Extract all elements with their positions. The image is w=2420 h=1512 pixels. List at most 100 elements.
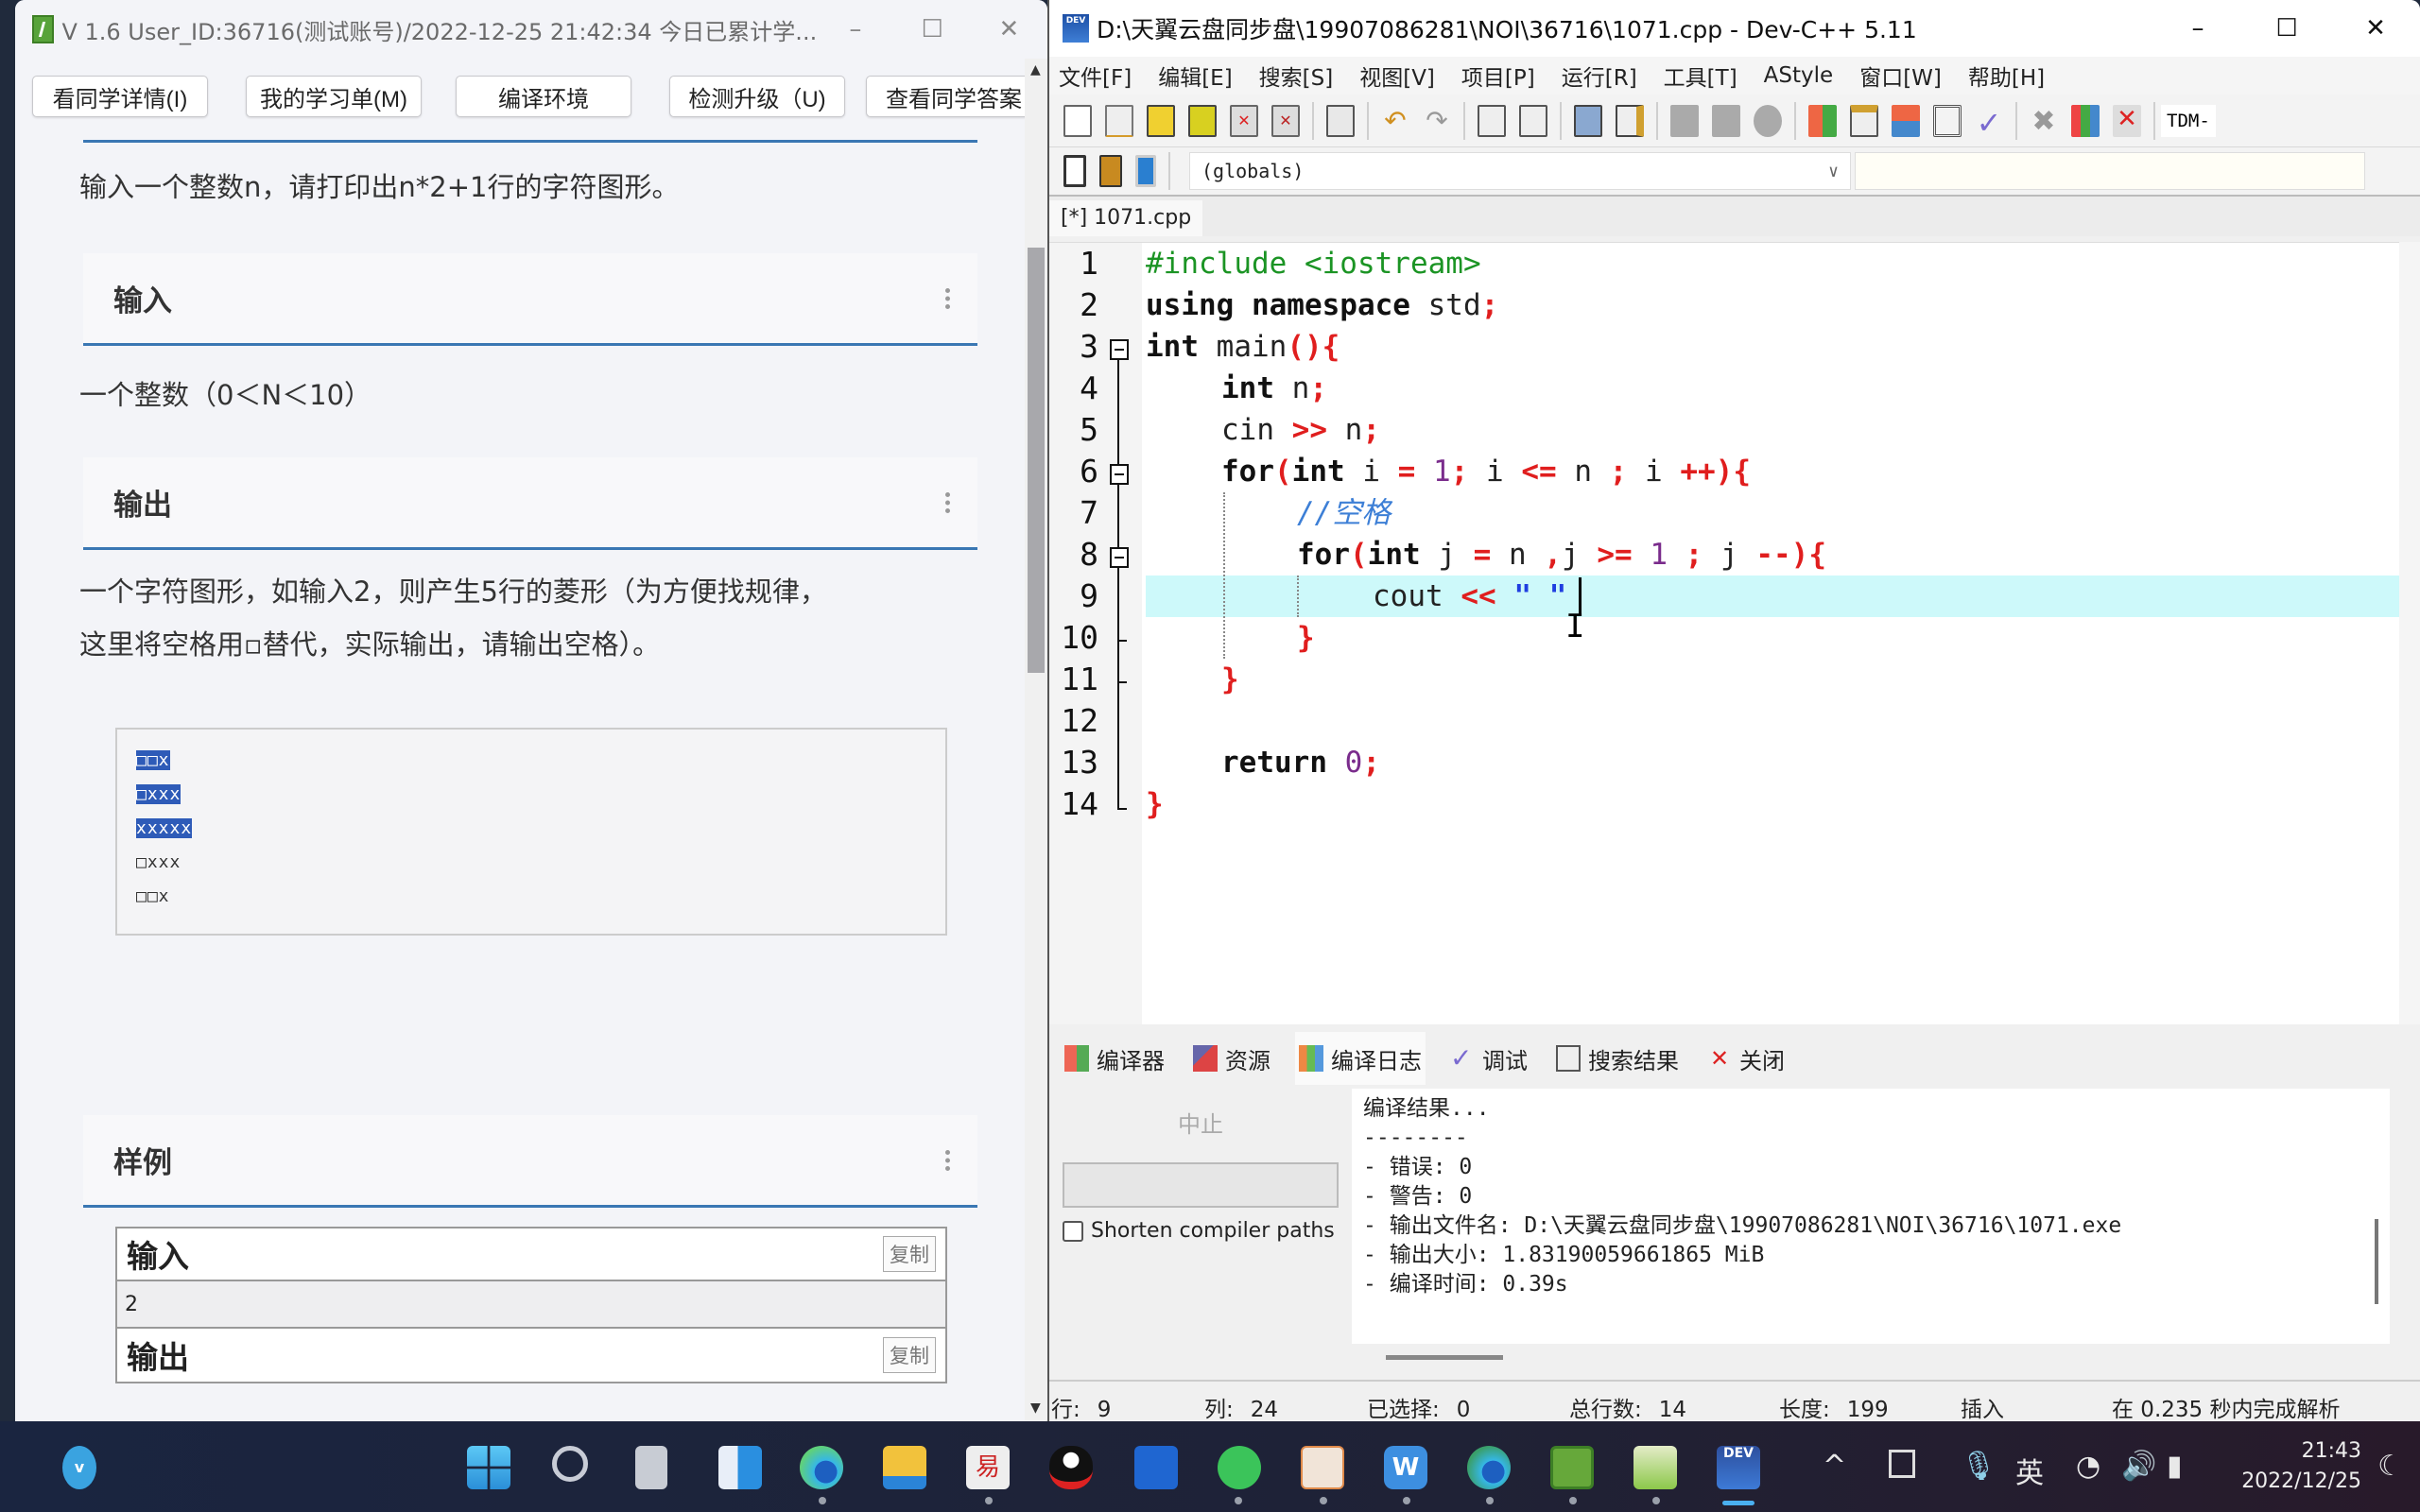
view-classmate-answers-button[interactable]: 查看同学答案 [866, 76, 1042, 117]
menu-search[interactable]: 搜索[S] [1259, 60, 1334, 92]
unindent-icon[interactable] [1712, 104, 1740, 137]
devcpp-titlebar[interactable]: DEV D:\天翼云盘同步盘\19907086281\NOI\36716\107… [1049, 0, 2420, 57]
my-study-list-button[interactable]: 我的学习单(M) [246, 76, 422, 117]
rebuild-icon[interactable] [1933, 104, 1962, 137]
log-vertical-scrollbar[interactable] [2375, 1219, 2378, 1304]
find-icon[interactable] [1478, 104, 1506, 137]
problem-scrollbar[interactable]: ▲ ▼ [1025, 59, 1047, 1421]
code-editor[interactable]: 1 2 3 4 5 6 7 8 9 10 11 12 13 14 #includ… [1049, 242, 2401, 1024]
function-dropdown[interactable] [1855, 152, 2365, 190]
redo-icon[interactable]: ↷ [1423, 105, 1451, 137]
fold-toggle-icon[interactable] [1110, 339, 1129, 360]
whiteboard-icon[interactable] [1134, 1446, 1178, 1489]
devcpp-taskbar-icon[interactable]: DEV [1717, 1446, 1760, 1489]
compile-run-icon[interactable] [1892, 104, 1920, 137]
v-app-icon[interactable]: v [62, 1446, 96, 1489]
undo-icon[interactable]: ↶ [1381, 105, 1409, 137]
file-explorer-icon[interactable] [883, 1446, 926, 1489]
fold-toggle-icon[interactable] [1110, 547, 1129, 568]
replace-icon[interactable] [1519, 104, 1547, 137]
editor-scrollbar[interactable] [2399, 242, 2420, 1024]
menu-edit[interactable]: 编辑[E] [1158, 60, 1232, 92]
menu-view[interactable]: 视图[V] [1359, 60, 1435, 92]
maximize-button[interactable]: ☐ [2242, 0, 2331, 58]
menu-run[interactable]: 运行[R] [1562, 60, 1637, 92]
copy-output-button[interactable]: 复制 [883, 1337, 936, 1373]
input-section-header[interactable]: 输入 [83, 253, 977, 346]
toggle-bookmark-icon[interactable] [1616, 104, 1644, 137]
search-icon[interactable] [552, 1446, 588, 1482]
more-icon[interactable] [945, 287, 951, 309]
edge-icon[interactable] [800, 1446, 843, 1489]
delete-profile-icon[interactable]: ✕ [2113, 104, 2141, 137]
scope-dropdown[interactable]: (globals) ∨ [1189, 152, 1851, 190]
compile-log[interactable]: 编译结果... -------- - 错误: 0 - 警告: 0 - 输出文件名… [1352, 1089, 2390, 1344]
edge-beta-icon[interactable] [1467, 1446, 1511, 1489]
compiler-select[interactable]: TDM- [2161, 104, 2216, 137]
volume-icon[interactable]: 🔊 [2121, 1450, 2156, 1483]
class-browser-icon[interactable] [1063, 155, 1086, 187]
stop-icon[interactable]: ✖ [2030, 105, 2058, 138]
syntax-check-icon[interactable]: ✓ [1975, 105, 2003, 141]
tab-debug[interactable]: ✓ 调试 [1446, 1032, 1531, 1085]
notepad-app-icon[interactable] [1634, 1446, 1677, 1489]
sample-section-header[interactable]: 样例 [83, 1115, 977, 1208]
tab-1071-cpp[interactable]: [*] 1071.cpp [1049, 200, 1203, 236]
microphone-icon[interactable]: 🎙 [1961, 1450, 1996, 1483]
menu-tools[interactable]: 工具[T] [1664, 60, 1737, 92]
close-button[interactable]: ✕ [2331, 0, 2420, 58]
checkbox-box[interactable] [1063, 1220, 1083, 1242]
scroll-down-arrow-icon[interactable]: ▼ [1030, 1400, 1041, 1416]
wifi-icon[interactable]: ◔ [2076, 1450, 2100, 1483]
widgets-icon[interactable] [718, 1446, 762, 1489]
close-button[interactable]: ✕ [971, 0, 1047, 59]
maximize-button[interactable]: ☐ [893, 0, 970, 59]
output-section-header[interactable]: 输出 [83, 457, 977, 550]
start-icon[interactable] [467, 1446, 510, 1489]
check-update-button[interactable]: 检测升级（U) [669, 76, 845, 117]
more-icon[interactable] [945, 1149, 951, 1171]
add-class-icon[interactable] [1099, 155, 1122, 187]
qq-icon[interactable] [1049, 1446, 1093, 1489]
problem-window-titlebar[interactable]: V 1.6 User_ID:36716(测试账号)/2022-12-25 21:… [15, 0, 1047, 59]
indent-icon[interactable] [1670, 104, 1699, 137]
menu-file[interactable]: 文件[F] [1059, 60, 1132, 92]
battery-icon[interactable]: ▮ [2167, 1450, 2183, 1483]
close-file-icon[interactable]: ✕ [1230, 104, 1258, 137]
new-file-icon[interactable] [1063, 104, 1092, 137]
minimize-button[interactable]: – [2153, 0, 2242, 58]
open-file-icon[interactable] [1105, 104, 1133, 137]
menu-project[interactable]: 项目[P] [1461, 60, 1535, 92]
class-info-icon[interactable] [1135, 155, 1156, 187]
tab-close[interactable]: ✕ 关闭 [1703, 1032, 1789, 1085]
scroll-up-arrow-icon[interactable]: ▲ [1030, 62, 1041, 77]
copy-input-button[interactable]: 复制 [883, 1236, 936, 1272]
shorten-paths-checkbox[interactable]: Shorten compiler paths [1063, 1219, 1335, 1243]
toggle-comment-icon[interactable] [1754, 104, 1782, 137]
task-view-icon[interactable] [635, 1446, 667, 1489]
scrollbar-thumb[interactable] [1028, 248, 1045, 673]
tab-search-results[interactable]: 搜索结果 [1552, 1032, 1683, 1085]
runner-app-icon[interactable] [1550, 1446, 1594, 1489]
abort-button[interactable]: 中止 [1125, 1106, 1276, 1139]
ime-indicator[interactable]: 英 [2015, 1450, 2044, 1491]
fold-toggle-icon[interactable] [1110, 464, 1129, 485]
tray-overflow-chevron-icon[interactable]: ^ [1823, 1450, 1846, 1483]
menu-astyle[interactable]: AStyle [1764, 63, 1834, 88]
print-icon[interactable] [1326, 104, 1355, 137]
notification-moon-icon[interactable]: ☾ [2377, 1450, 2403, 1483]
log-horizontal-scrollbar[interactable] [1386, 1355, 1503, 1360]
tab-compile-log[interactable]: 编译日志 [1295, 1032, 1426, 1085]
classmate-details-button[interactable]: 看同学详情(I) [32, 76, 208, 117]
system-clock[interactable]: 21:43 2022/12/25 [2241, 1436, 2361, 1497]
save-icon[interactable] [1147, 104, 1175, 137]
menu-window[interactable]: 窗口[W] [1859, 60, 1942, 92]
compile-env-button[interactable]: 编译环境 [456, 76, 631, 117]
minimize-button[interactable]: – [817, 0, 893, 59]
menu-help[interactable]: 帮助[H] [1968, 60, 2045, 92]
run-icon[interactable] [1850, 104, 1878, 137]
tab-compiler[interactable]: 编译器 [1061, 1032, 1168, 1085]
profile-icon[interactable] [2071, 104, 2100, 137]
slides-icon[interactable] [1301, 1446, 1344, 1489]
wechat-icon[interactable] [1218, 1446, 1261, 1489]
